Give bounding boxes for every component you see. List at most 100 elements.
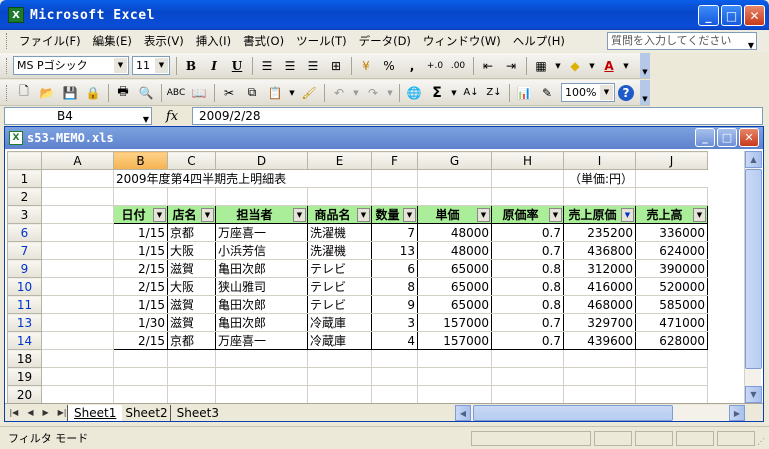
data-cell[interactable]: 滋賀 (167, 313, 216, 332)
workbook-restore-button[interactable]: □ (717, 128, 737, 147)
workbook-icon[interactable]: X (9, 131, 23, 145)
cell[interactable] (41, 295, 114, 314)
row-header[interactable]: 11 (7, 295, 42, 314)
column-header[interactable]: D (215, 151, 308, 170)
align-center-icon[interactable]: ☰ (279, 55, 301, 77)
decrease-decimal-button[interactable]: .00 (447, 55, 469, 77)
data-cell[interactable]: 0.7 (491, 223, 564, 242)
cell[interactable] (371, 385, 418, 403)
tab-sheet2[interactable]: Sheet2 (118, 404, 173, 421)
data-cell[interactable]: 大阪 (167, 241, 216, 260)
increase-decimal-button[interactable]: +.0 (424, 55, 446, 77)
name-box[interactable]: B4 ▼ (4, 107, 152, 125)
borders-icon[interactable]: ▦ (530, 55, 552, 77)
data-cell[interactable]: 1/15 (113, 295, 168, 314)
data-cell[interactable]: 585000 (635, 295, 708, 314)
font-name-select[interactable]: MS Pゴシック ▼ (13, 56, 129, 75)
excel-app-icon[interactable]: X (8, 7, 24, 23)
cell[interactable] (215, 367, 308, 386)
data-cell[interactable]: 0.7 (491, 241, 564, 260)
toolbar-options-icon[interactable]: ▼ (640, 53, 650, 78)
cell[interactable] (417, 367, 492, 386)
cell[interactable] (113, 187, 168, 206)
data-cell[interactable]: 65000 (417, 259, 492, 278)
scroll-down-icon[interactable]: ▼ (745, 386, 762, 403)
hyperlink-icon[interactable]: 🌐 (403, 82, 425, 104)
data-cell[interactable]: 0.8 (491, 295, 564, 314)
data-cell[interactable]: 冷蔵庫 (307, 313, 372, 332)
italic-button[interactable]: I (203, 55, 225, 77)
data-cell[interactable]: 436800 (563, 241, 636, 260)
resize-grip-icon[interactable]: ⋰ (757, 437, 767, 447)
data-cell[interactable]: 亀田次郎 (215, 295, 308, 314)
drawing-icon[interactable]: ✎ (536, 82, 558, 104)
column-header[interactable]: E (307, 151, 372, 170)
cell[interactable] (563, 349, 636, 368)
data-cell[interactable]: 1/15 (113, 223, 168, 242)
data-cell[interactable]: 0.7 (491, 313, 564, 332)
data-cell[interactable]: 329700 (563, 313, 636, 332)
data-cell[interactable]: 滋賀 (167, 259, 216, 278)
column-header[interactable]: H (491, 151, 564, 170)
cell[interactable] (41, 187, 114, 206)
toolbar-options-icon[interactable]: ▼ (640, 80, 650, 105)
cell[interactable] (41, 349, 114, 368)
cell[interactable] (41, 205, 114, 224)
save-icon[interactable]: 💾 (59, 82, 81, 104)
chevron-down-icon[interactable]: ▼ (114, 58, 127, 73)
cell[interactable] (113, 367, 168, 386)
data-cell[interactable]: 狭山雅司 (215, 277, 308, 296)
data-cell[interactable]: 3 (371, 313, 418, 332)
cell[interactable] (417, 349, 492, 368)
data-cell[interactable]: 洗濯機 (307, 241, 372, 260)
cell[interactable] (371, 349, 418, 368)
minimize-button[interactable]: _ (698, 5, 719, 26)
close-button[interactable]: ✕ (744, 5, 765, 26)
data-cell[interactable]: テレビ (307, 277, 372, 296)
spreadsheet-grid[interactable]: A B C D E F G H I J 1 2009年度第4四半期売上明細表 （… (7, 151, 743, 403)
align-left-icon[interactable]: ☰ (256, 55, 278, 77)
data-cell[interactable]: 洗濯機 (307, 223, 372, 242)
column-header[interactable]: A (41, 151, 114, 170)
column-header[interactable]: G (417, 151, 492, 170)
menu-view[interactable]: 表示(V) (138, 31, 190, 51)
menu-grip[interactable] (6, 33, 9, 49)
data-cell[interactable]: 7 (371, 223, 418, 242)
menu-tools[interactable]: ツール(T) (290, 31, 353, 51)
copy-icon[interactable]: ⧉ (241, 82, 263, 104)
row-header[interactable]: 9 (7, 259, 42, 278)
cell[interactable] (307, 385, 372, 403)
font-size-select[interactable]: 11 ▼ (132, 56, 170, 75)
data-cell[interactable]: 8 (371, 277, 418, 296)
data-cell[interactable]: 1/30 (113, 313, 168, 332)
filter-dropdown-icon[interactable]: ▼ (477, 208, 490, 222)
header-cell-date[interactable]: 日付 ▼ (113, 205, 168, 224)
chevron-down-icon[interactable]: ▼ (449, 82, 459, 104)
merge-center-icon[interactable]: ⊞ (325, 55, 347, 77)
row-header[interactable]: 6 (7, 223, 42, 242)
data-cell[interactable]: 416000 (563, 277, 636, 296)
menu-window[interactable]: ウィンドウ(W) (417, 31, 507, 51)
chevron-down-icon[interactable]: ▼ (621, 55, 631, 77)
next-sheet-icon[interactable]: ▶ (42, 408, 48, 417)
cell[interactable] (563, 385, 636, 403)
header-cell-unit-price[interactable]: 単価 ▼ (417, 205, 492, 224)
vertical-scroll-thumb[interactable] (745, 169, 762, 369)
cell[interactable] (113, 349, 168, 368)
cell[interactable] (307, 349, 372, 368)
underline-button[interactable]: U (226, 55, 248, 77)
toolbar-grip[interactable] (6, 57, 9, 74)
header-cell-store[interactable]: 店名 ▼ (167, 205, 216, 224)
tab-sheet3[interactable]: Sheet3 (169, 404, 225, 421)
cell[interactable] (215, 349, 308, 368)
data-cell[interactable]: 京都 (167, 223, 216, 242)
menu-file[interactable]: ファイル(F) (13, 31, 87, 51)
scroll-right-icon[interactable]: ▶ (729, 405, 745, 421)
help-icon[interactable]: ? (618, 84, 634, 101)
data-cell[interactable]: 48000 (417, 241, 492, 260)
format-painter-icon[interactable]: 🖌 (298, 82, 320, 104)
data-cell[interactable]: 万座喜一 (215, 331, 308, 350)
cell[interactable] (167, 367, 216, 386)
cell[interactable] (215, 385, 308, 403)
chevron-down-icon[interactable]: ▼ (587, 55, 597, 77)
